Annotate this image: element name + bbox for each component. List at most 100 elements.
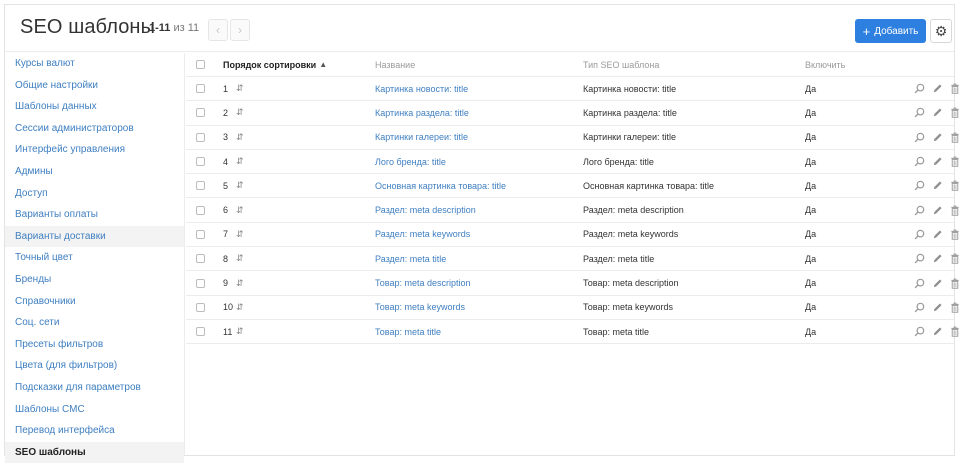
template-name-link[interactable]: Товар: meta title <box>375 327 441 337</box>
drag-sort-handle-icon[interactable]: ⇵ <box>236 302 244 313</box>
sidebar-item[interactable]: Пресеты фильтров <box>5 334 184 356</box>
sidebar-item[interactable]: Доступ <box>5 183 184 205</box>
edit-pencil-icon[interactable] <box>932 107 943 118</box>
drag-sort-handle-icon[interactable]: ⇵ <box>236 180 244 191</box>
drag-sort-handle-icon[interactable]: ⇵ <box>236 229 244 240</box>
template-name-link[interactable]: Раздел: meta description <box>375 205 476 215</box>
next-page-button[interactable]: › <box>230 19 250 41</box>
template-name-link[interactable]: Товар: meta keywords <box>375 302 465 312</box>
edit-pencil-icon[interactable] <box>932 156 943 167</box>
sidebar-item[interactable]: Точный цвет <box>5 247 184 269</box>
row-checkbox[interactable] <box>196 229 205 239</box>
view-icon[interactable] <box>914 205 925 216</box>
sidebar-item[interactable]: Шаблоны СМС <box>5 399 184 421</box>
sidebar-item[interactable]: Цвета (для фильтров) <box>5 355 184 377</box>
template-name-link[interactable]: Картинка раздела: title <box>375 108 469 118</box>
sidebar-item[interactable]: Общие настройки <box>5 75 184 97</box>
edit-pencil-icon[interactable] <box>932 205 943 216</box>
sidebar-item[interactable]: Интерфейс управления <box>5 139 184 161</box>
row-checkbox[interactable] <box>196 302 205 312</box>
edit-pencil-icon[interactable] <box>932 253 943 264</box>
sidebar-item[interactable]: Бренды <box>5 269 184 291</box>
add-button[interactable]: + Добавить <box>855 19 926 43</box>
template-name-link[interactable]: Товар: meta description <box>375 278 471 288</box>
template-name-link[interactable]: Картинка новости: title <box>375 84 468 94</box>
drag-sort-handle-icon[interactable]: ⇵ <box>236 132 244 143</box>
row-checkbox[interactable] <box>196 181 205 191</box>
delete-trash-icon[interactable] <box>950 253 960 264</box>
drag-sort-handle-icon[interactable]: ⇵ <box>236 107 244 118</box>
drag-sort-handle-icon[interactable]: ⇵ <box>236 156 244 167</box>
sidebar-item[interactable]: Админы <box>5 161 184 183</box>
view-icon[interactable] <box>914 83 925 94</box>
sidebar-item[interactable]: Сессии администраторов <box>5 118 184 140</box>
row-checkbox[interactable] <box>196 327 205 337</box>
view-icon[interactable] <box>914 107 925 118</box>
drag-sort-handle-icon[interactable]: ⇵ <box>236 253 244 264</box>
settings-button[interactable]: ⚙ <box>930 19 952 43</box>
drag-sort-handle-icon[interactable]: ⇵ <box>236 278 244 289</box>
drag-sort-handle-icon[interactable]: ⇵ <box>236 326 244 337</box>
delete-trash-icon[interactable] <box>950 278 960 289</box>
prev-page-button[interactable]: ‹ <box>208 19 228 41</box>
column-header-order-label: Порядок сортировки <box>223 59 317 70</box>
template-name-link[interactable]: Лого бренда: title <box>375 157 446 167</box>
edit-pencil-icon[interactable] <box>932 302 943 313</box>
sidebar-item[interactable]: Справочники <box>5 291 184 313</box>
edit-pencil-icon[interactable] <box>932 326 943 337</box>
edit-pencil-icon[interactable] <box>932 180 943 191</box>
sidebar-item[interactable]: Варианты доставки <box>5 225 184 248</box>
edit-pencil-icon[interactable] <box>932 278 943 289</box>
order-cell: 1 ⇵ <box>223 77 244 100</box>
view-icon[interactable] <box>914 326 925 337</box>
row-checkbox[interactable] <box>196 205 205 215</box>
template-name-link[interactable]: Основная картинка товара: title <box>375 181 506 191</box>
delete-trash-icon[interactable] <box>950 302 960 313</box>
edit-pencil-icon[interactable] <box>932 83 943 94</box>
row-checkbox[interactable] <box>196 84 205 94</box>
delete-trash-icon[interactable] <box>950 205 960 216</box>
drag-sort-handle-icon[interactable]: ⇵ <box>236 83 244 94</box>
template-name-link[interactable]: Картинки галереи: title <box>375 132 468 142</box>
drag-sort-handle-icon[interactable]: ⇵ <box>236 205 244 216</box>
sidebar-item[interactable]: Перевод интерфейса <box>5 420 184 442</box>
view-icon[interactable] <box>914 180 925 191</box>
delete-trash-icon[interactable] <box>950 107 960 119</box>
template-name-link[interactable]: Раздел: meta keywords <box>375 229 470 239</box>
column-header-order[interactable]: Порядок сортировки ▲ <box>223 53 327 76</box>
row-checkbox[interactable] <box>196 278 205 288</box>
delete-trash-icon[interactable] <box>950 156 960 167</box>
select-all-checkbox[interactable] <box>196 60 205 69</box>
sidebar-item[interactable]: Варианты оплаты <box>5 204 184 226</box>
table-row: 9 ⇵ Товар: meta description Товар: meta des… <box>186 271 959 296</box>
row-checkbox[interactable] <box>196 254 205 264</box>
row-checkbox[interactable] <box>196 132 205 142</box>
sidebar-item[interactable]: Соц. сети <box>5 312 184 334</box>
order-cell: 4 ⇵ <box>223 150 244 173</box>
delete-trash-icon[interactable] <box>950 180 960 192</box>
sidebar-item[interactable]: Шаблоны данных <box>5 96 184 118</box>
sidebar-item[interactable]: Курсы валют <box>5 53 184 75</box>
delete-trash-icon[interactable] <box>950 83 960 94</box>
view-icon[interactable] <box>914 278 925 289</box>
view-icon[interactable] <box>914 302 925 313</box>
row-checkbox[interactable] <box>196 108 205 118</box>
sidebar-item[interactable]: Подсказки для параметров <box>5 377 184 399</box>
template-name-link[interactable]: Раздел: meta title <box>375 254 446 264</box>
view-icon[interactable] <box>914 156 925 167</box>
pagination-of-label: из <box>173 22 185 34</box>
view-icon[interactable] <box>914 253 925 264</box>
edit-pencil-icon[interactable] <box>932 229 943 240</box>
table-row: 10 ⇵ Товар: meta keywords Товар: meta keywo… <box>186 296 959 320</box>
delete-trash-icon[interactable] <box>950 132 960 143</box>
view-icon[interactable] <box>914 132 925 143</box>
row-checkbox[interactable] <box>196 157 205 167</box>
page-title: SEO шаблоны <box>20 16 156 38</box>
delete-trash-icon[interactable] <box>950 326 960 337</box>
edit-pencil-icon[interactable] <box>932 132 943 143</box>
select-all-cell <box>196 53 205 76</box>
type-cell: Товар: meta keywords <box>583 302 674 313</box>
delete-trash-icon[interactable] <box>950 229 960 240</box>
view-icon[interactable] <box>914 229 925 240</box>
seo-templates-table: Порядок сортировки ▲ Название Тип SEO ша… <box>186 53 959 345</box>
